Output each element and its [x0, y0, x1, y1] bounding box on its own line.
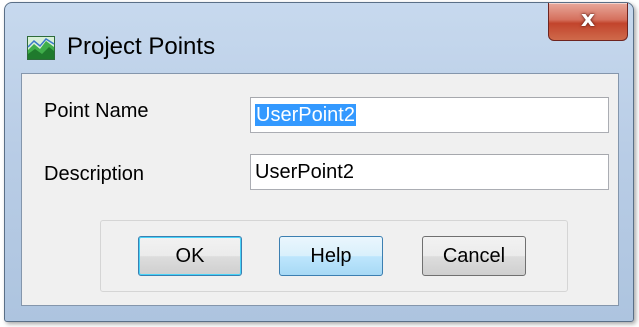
description-value: UserPoint2 — [255, 161, 354, 183]
ok-button[interactable]: OK — [138, 236, 242, 276]
dialog-client-area: Point Name UserPoint2 Description UserPo… — [21, 73, 619, 306]
point-name-value: UserPoint2 — [255, 104, 356, 126]
help-button[interactable]: Help — [279, 236, 383, 276]
close-button[interactable]: x — [548, 3, 628, 41]
point-name-label: Point Name — [44, 100, 149, 122]
description-label: Description — [44, 163, 145, 185]
title-bar[interactable]: Project Points x — [5, 3, 633, 81]
cancel-button[interactable]: Cancel — [422, 236, 526, 276]
button-group: OK Help Cancel — [100, 220, 568, 292]
close-icon: x — [580, 7, 596, 32]
description-input[interactable]: UserPoint2 — [250, 154, 609, 190]
window-title: Project Points — [67, 33, 216, 60]
project-points-dialog: Project Points x Point Name UserPoint2 D… — [4, 2, 634, 322]
point-name-input[interactable]: UserPoint2 — [250, 97, 609, 133]
app-chart-icon — [27, 36, 55, 60]
